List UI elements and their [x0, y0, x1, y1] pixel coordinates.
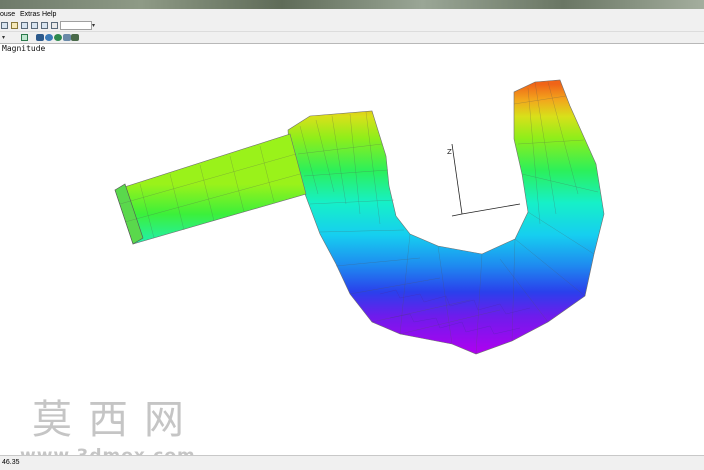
model-body [287, 79, 605, 355]
main-toolbar: ▾ [0, 20, 704, 32]
window-icon[interactable] [41, 22, 48, 29]
status-bar: 46.35 [0, 455, 704, 470]
model-view: Z [114, 79, 605, 355]
secondary-toolbar: ▾ [0, 32, 704, 44]
dropdown-arrow-icon[interactable]: ▾ [2, 32, 5, 43]
menu-bar: ouse Extras Help [0, 9, 704, 20]
ribbon-icon[interactable] [36, 34, 44, 41]
status-value: 46.35 [2, 459, 20, 466]
zoom-icon[interactable] [54, 34, 62, 41]
watermark-chinese: 莫西网 [32, 397, 200, 443]
paste-icon[interactable] [31, 22, 38, 29]
title-bar [0, 0, 704, 9]
z-axis-label: Z [447, 148, 452, 156]
menu-item-extras[interactable]: Extras [20, 9, 40, 20]
rotate-icon[interactable] [45, 34, 53, 41]
axis-triad [451, 143, 521, 217]
new-icon[interactable] [1, 22, 8, 29]
menu-item-mouse[interactable]: ouse [0, 9, 15, 20]
model-shaft [114, 133, 307, 245]
print-icon[interactable] [51, 22, 58, 29]
cursor-icon[interactable] [21, 34, 28, 41]
open-icon[interactable] [11, 22, 18, 29]
chevron-down-icon[interactable]: ▾ [92, 20, 95, 31]
copy-icon[interactable] [21, 22, 28, 29]
view-icon[interactable] [63, 34, 71, 41]
grid-icon[interactable] [71, 34, 79, 41]
3d-viewport[interactable]: Magnitude Z [0, 44, 704, 455]
view-select[interactable] [60, 21, 92, 30]
menu-item-help[interactable]: Help [42, 9, 56, 20]
